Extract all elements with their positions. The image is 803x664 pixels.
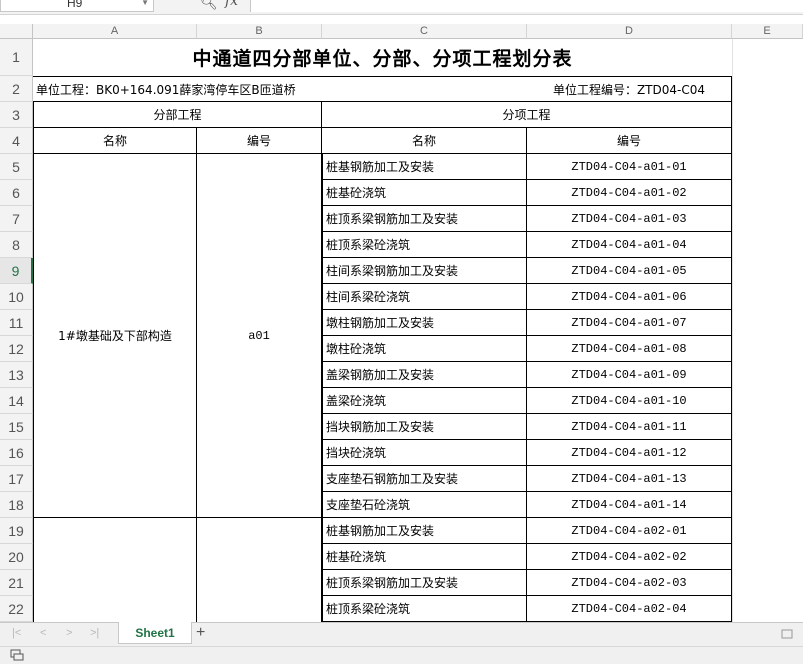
unit-code-cell[interactable]: 单位工程编号：ZTD04-C04 xyxy=(527,76,732,102)
subitem-name-cell[interactable]: 桩顶系梁砼浇筑 xyxy=(322,596,527,622)
row-header-19[interactable]: 19 xyxy=(0,518,33,544)
subitem-name-cell[interactable]: 桩顶系梁钢筋加工及安装 xyxy=(322,570,527,596)
cell-area[interactable]: 中通道四分部单位、分部、分项工程划分表 单位工程：BK0+164.091薛家湾停… xyxy=(33,39,803,622)
unit-project-cell[interactable]: 单位工程：BK0+164.091薛家湾停车区B匝道桥 xyxy=(33,76,527,102)
subitem-code-cell[interactable]: ZTD04-C04-a01-06 xyxy=(527,284,732,310)
subitem-name-header[interactable]: 名称 xyxy=(322,128,527,154)
subitem-name-cell[interactable]: 桩基钢筋加工及安装 xyxy=(322,154,527,180)
prev-sheet-button[interactable]: < xyxy=(40,627,46,639)
subitem-name-cell[interactable]: 桩基砼浇筑 xyxy=(322,544,527,570)
subitem-name-cell[interactable]: 挡块钢筋加工及安装 xyxy=(322,414,527,440)
division-code-header[interactable]: 编号 xyxy=(197,128,322,154)
subitem-name-cell[interactable]: 墩柱钢筋加工及安装 xyxy=(322,310,527,336)
row-header-12[interactable]: 12 xyxy=(0,336,33,362)
formula-input[interactable] xyxy=(250,0,803,12)
subitem-code-cell[interactable]: ZTD04-C04-a01-07 xyxy=(527,310,732,336)
row-header-14[interactable]: 14 xyxy=(0,388,33,414)
row-header-11[interactable]: 11 xyxy=(0,310,33,336)
subitem-code-cell[interactable]: ZTD04-C04-a01-12 xyxy=(527,440,732,466)
subitem-name-cell[interactable]: 柱间系梁钢筋加工及安装 xyxy=(322,258,527,284)
subitem-code-cell[interactable]: ZTD04-C04-a01-09 xyxy=(527,362,732,388)
subitem-name-cell[interactable]: 桩顶系梁钢筋加工及安装 xyxy=(322,206,527,232)
subitem-name-cell[interactable]: 盖梁砼浇筑 xyxy=(322,388,527,414)
subitem-code-cell[interactable]: ZTD04-C04-a02-04 xyxy=(527,596,732,622)
division-name-header[interactable]: 名称 xyxy=(33,128,197,154)
subitem-name-cell[interactable]: 挡块砼浇筑 xyxy=(322,440,527,466)
row-header-22[interactable]: 22 xyxy=(0,596,33,622)
subitem-code-cell[interactable]: ZTD04-C04-a01-03 xyxy=(527,206,732,232)
subitem-code-cell[interactable]: ZTD04-C04-a01-10 xyxy=(527,388,732,414)
zoom-icon[interactable]: 🔍︎ xyxy=(200,0,218,11)
scroll-handle-icon[interactable] xyxy=(780,627,794,641)
row-header-15[interactable]: 15 xyxy=(0,414,33,440)
column-header-a[interactable]: A xyxy=(33,24,197,39)
row-header-6[interactable]: 6 xyxy=(0,180,33,206)
row-header-8[interactable]: 8 xyxy=(0,232,33,258)
chevron-down-icon[interactable]: ▼ xyxy=(141,0,149,12)
add-sheet-button[interactable]: + xyxy=(196,624,205,642)
subitem-code-cell[interactable]: ZTD04-C04-a01-04 xyxy=(527,232,732,258)
subitem-name-cell[interactable]: 盖梁钢筋加工及安装 xyxy=(322,362,527,388)
row-header-1[interactable]: 1 xyxy=(0,39,33,76)
row-header-7[interactable]: 7 xyxy=(0,206,33,232)
row-header-18[interactable]: 18 xyxy=(0,492,33,518)
subitem-code-cell[interactable]: ZTD04-C04-a01-14 xyxy=(527,492,732,518)
subitem-code-cell[interactable]: ZTD04-C04-a02-03 xyxy=(527,570,732,596)
tab-sheet1[interactable]: Sheet1 xyxy=(118,622,192,644)
subitem-code-cell[interactable]: ZTD04-C04-a01-05 xyxy=(527,258,732,284)
subitem-code-cell[interactable]: ZTD04-C04-a01-08 xyxy=(527,336,732,362)
column-header-d[interactable]: D xyxy=(527,24,732,39)
subitem-name-cell[interactable]: 桩基砼浇筑 xyxy=(322,180,527,206)
row-header-16[interactable]: 16 xyxy=(0,440,33,466)
row-header-20[interactable]: 20 xyxy=(0,544,33,570)
subitem-header[interactable]: 分项工程 xyxy=(322,102,732,128)
subitem-code-cell[interactable]: ZTD04-C04-a02-02 xyxy=(527,544,732,570)
formula-bar: H9 ▼ 🔍︎ fx xyxy=(0,0,803,15)
subitem-name-cell[interactable]: 桩基钢筋加工及安装 xyxy=(322,518,527,544)
column-header-e[interactable]: E xyxy=(732,24,803,39)
row-header-4[interactable]: 4 xyxy=(0,128,33,154)
division-2-code-cell[interactable] xyxy=(197,518,322,622)
row-header-2[interactable]: 2 xyxy=(0,76,33,102)
subitem-code-cell[interactable]: ZTD04-C04-a01-13 xyxy=(527,466,732,492)
name-box[interactable]: H9 ▼ xyxy=(0,0,154,12)
cell-reference: H9 xyxy=(67,0,83,10)
row-header-9[interactable]: 9 xyxy=(0,258,33,284)
row-header-17[interactable]: 17 xyxy=(0,466,33,492)
function-icon[interactable]: fx xyxy=(225,0,238,9)
subitem-name-cell[interactable]: 支座垫石钢筋加工及安装 xyxy=(322,466,527,492)
subitem-name-cell[interactable]: 柱间系梁砼浇筑 xyxy=(322,284,527,310)
row-header-21[interactable]: 21 xyxy=(0,570,33,596)
row-header-5[interactable]: 5 xyxy=(0,154,33,180)
subitem-name-cell[interactable]: 墩柱砼浇筑 xyxy=(322,336,527,362)
row-header-3[interactable]: 3 xyxy=(0,102,33,128)
division-1-name-cell[interactable]: 1#墩基础及下部构造 xyxy=(33,154,197,518)
subitem-code-cell[interactable]: ZTD04-C04-a01-11 xyxy=(527,414,732,440)
last-sheet-button[interactable]: >| xyxy=(90,627,99,639)
next-sheet-button[interactable]: > xyxy=(66,627,72,639)
subitem-code-cell[interactable]: ZTD04-C04-a02-01 xyxy=(527,518,732,544)
division-header[interactable]: 分部工程 xyxy=(33,102,322,128)
status-bar xyxy=(0,646,803,664)
subitem-code-cell[interactable]: ZTD04-C04-a01-02 xyxy=(527,180,732,206)
division-1-code-cell[interactable]: a01 xyxy=(197,154,322,518)
row-header-13[interactable]: 13 xyxy=(0,362,33,388)
row-header-10[interactable]: 10 xyxy=(0,284,33,310)
division-2-name-cell[interactable] xyxy=(33,518,197,622)
subitem-code-cell[interactable]: ZTD04-C04-a01-01 xyxy=(527,154,732,180)
subitem-code-header[interactable]: 编号 xyxy=(527,128,732,154)
column-header-c[interactable]: C xyxy=(322,24,527,39)
first-sheet-button[interactable]: |< xyxy=(12,627,21,639)
select-all-corner[interactable] xyxy=(0,24,33,39)
column-header-b[interactable]: B xyxy=(197,24,322,39)
macro-record-icon[interactable] xyxy=(10,649,24,661)
subitem-name-cell[interactable]: 桩顶系梁砼浇筑 xyxy=(322,232,527,258)
subitem-name-cell[interactable]: 支座垫石砼浇筑 xyxy=(322,492,527,518)
sheet-title[interactable]: 中通道四分部单位、分部、分项工程划分表 xyxy=(33,39,732,76)
sheet-tab-bar: |< < > >| Sheet1 + xyxy=(0,622,803,646)
